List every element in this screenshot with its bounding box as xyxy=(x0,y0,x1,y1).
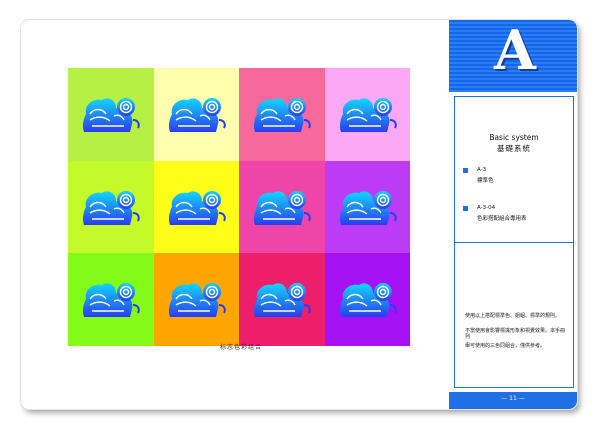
system-title-zh: 基礎系統 xyxy=(497,144,531,153)
color-tile xyxy=(68,253,154,346)
lion-logo-icon xyxy=(253,190,311,225)
item-code: A-3 xyxy=(477,167,487,173)
color-tile xyxy=(153,253,239,346)
color-tile xyxy=(68,160,154,254)
lion-logo-icon xyxy=(82,190,140,225)
color-combination-grid xyxy=(68,68,410,346)
lion-logo-icon xyxy=(82,283,140,318)
lion-logo-icon xyxy=(339,98,397,132)
bullet-square-icon xyxy=(463,168,468,173)
page-number: — 11 — xyxy=(501,395,525,402)
lion-logo-icon xyxy=(168,190,226,225)
description-line: 使用以上搭配標準色、組組、標準的規則。 xyxy=(465,313,561,319)
color-tile xyxy=(239,253,325,346)
description-line: 不當使用會影響標識形象和視覺效果。本手冊列 xyxy=(465,328,566,340)
grid-caption: 标志色彩组合 xyxy=(219,344,262,351)
color-tile xyxy=(239,68,325,161)
lion-logo-icon xyxy=(253,98,311,132)
lion-logo-icon xyxy=(339,190,397,225)
bullet-square-icon xyxy=(463,206,468,211)
color-tile xyxy=(324,160,410,254)
lion-logo-icon xyxy=(168,98,226,132)
item-code: A-3-04 xyxy=(477,205,496,211)
item-label: 色彩搭配組合專用表 xyxy=(477,216,527,222)
side-panel: A Basic system 基礎系統 A-3 標準色 A-3-04 色彩搭配組… xyxy=(449,20,577,409)
section-letter: A xyxy=(494,20,536,82)
divider xyxy=(455,242,573,243)
lion-logo-icon xyxy=(168,283,226,318)
color-tile xyxy=(239,160,325,254)
footer-band: — 11 — xyxy=(449,392,577,409)
manual-page: 标志色彩组合 A Basic system 基礎系統 A-3 標準色 A-3-0… xyxy=(21,20,577,409)
color-tile xyxy=(324,253,410,346)
info-box: Basic system 基礎系統 A-3 標準色 A-3-04 色彩搭配組合專… xyxy=(454,96,574,388)
color-tile xyxy=(153,160,239,254)
description-line: 舉可使用的三色同組合，僅供參考。 xyxy=(465,343,546,349)
lion-logo-icon xyxy=(253,283,311,318)
system-title-en: Basic system xyxy=(489,133,539,142)
color-tile xyxy=(153,68,239,161)
lion-logo-icon xyxy=(339,283,397,318)
item-label: 標準色 xyxy=(477,178,494,184)
section-header-band: A xyxy=(449,20,577,92)
lion-logo-icon xyxy=(82,98,140,132)
color-tile xyxy=(324,68,410,161)
color-tile xyxy=(68,68,154,161)
